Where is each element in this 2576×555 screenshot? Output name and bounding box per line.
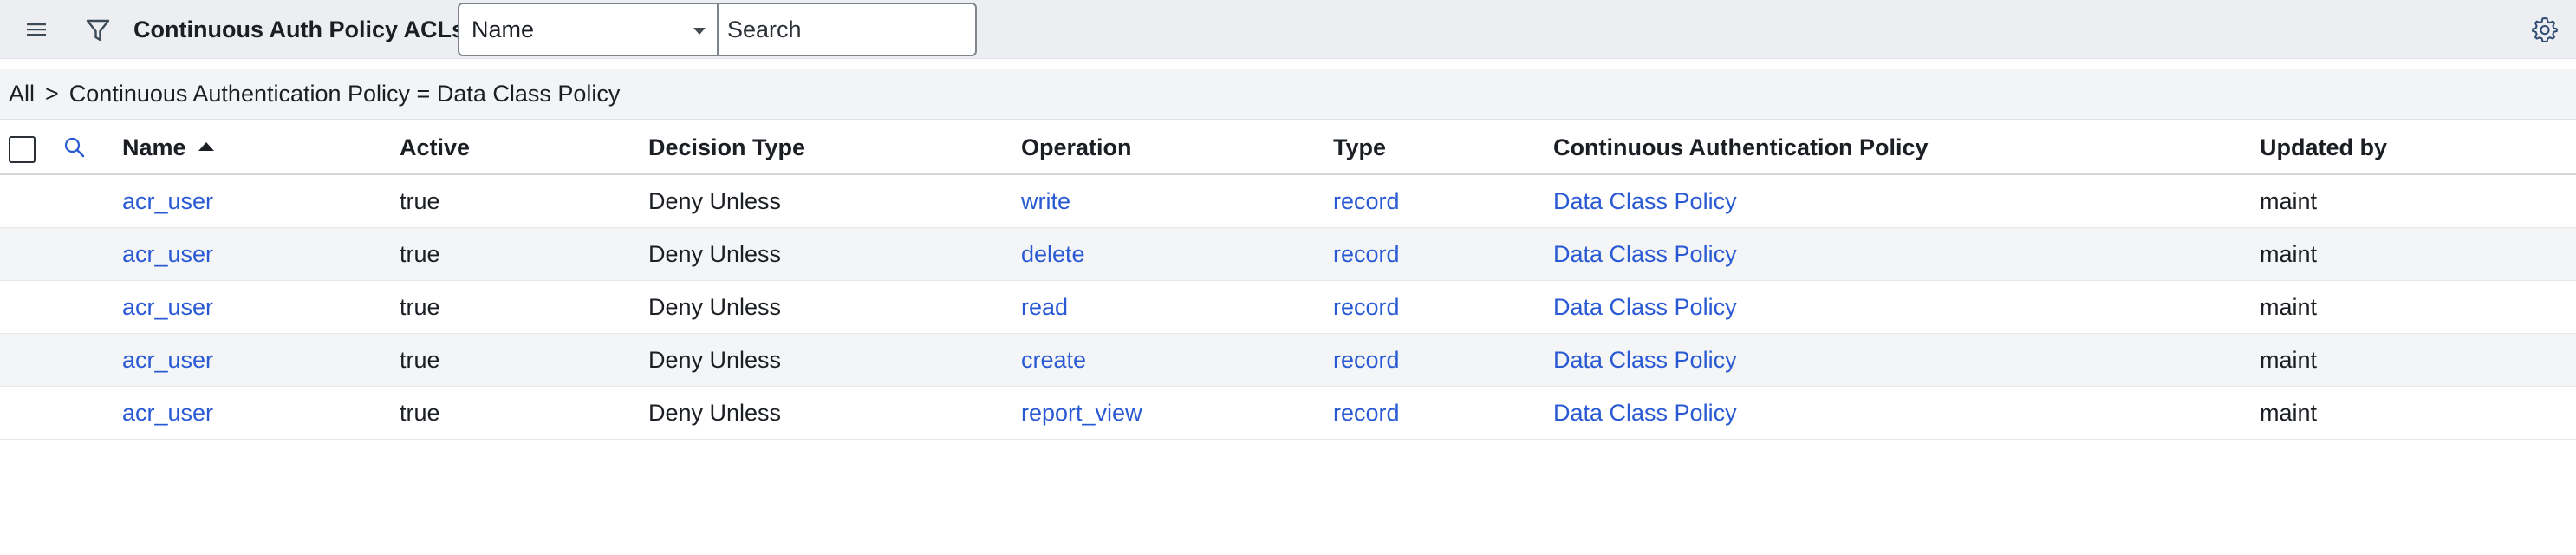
cell-type-link[interactable]: record [1333, 334, 1400, 387]
breadcrumb: All > Continuous Authentication Policy =… [0, 69, 2576, 120]
select-all-checkbox[interactable] [9, 136, 36, 163]
cell-updated-by: maint [2260, 347, 2318, 373]
list-header: Continuous Auth Policy ACLs Name [0, 0, 2576, 59]
cell-operation-link[interactable]: delete [1021, 228, 1085, 281]
cell-policy-link[interactable]: Data Class Policy [1553, 175, 1737, 228]
cell-policy-link[interactable]: Data Class Policy [1553, 281, 1737, 334]
hamburger-icon[interactable] [25, 21, 48, 38]
table-row: acr_user true Deny Unless write record D… [0, 175, 2576, 228]
cell-updated-by: maint [2260, 188, 2318, 214]
cell-decision-type: Deny Unless [648, 241, 782, 267]
column-header-type[interactable]: Type [1333, 120, 1386, 175]
search-field-select-value: Name [472, 16, 535, 42]
cell-updated-by: maint [2260, 241, 2318, 267]
column-header-active[interactable]: Active [400, 120, 470, 175]
column-header-continuous-authentication-policy[interactable]: Continuous Authentication Policy [1553, 120, 1929, 175]
column-header-name-label: Name [122, 134, 186, 160]
cell-policy-link[interactable]: Data Class Policy [1553, 228, 1737, 281]
cell-active: true [400, 188, 440, 214]
acl-list-table: Name Active Decision Type Operation Type… [0, 120, 2576, 440]
cell-name-link[interactable]: acr_user [122, 281, 213, 334]
table-row: acr_user true Deny Unless report_view re… [0, 387, 2576, 440]
breadcrumb-all[interactable]: All [9, 81, 35, 108]
search-field-select[interactable]: Name [458, 3, 718, 56]
cell-active: true [400, 400, 440, 426]
cell-active: true [400, 294, 440, 320]
search-icon[interactable] [62, 135, 87, 160]
cell-updated-by: maint [2260, 294, 2318, 320]
cell-name-link[interactable]: acr_user [122, 334, 213, 387]
funnel-filter-icon[interactable] [83, 16, 113, 45]
cell-type-link[interactable]: record [1333, 175, 1400, 228]
cell-name-link[interactable]: acr_user [122, 387, 213, 440]
cell-active: true [400, 241, 440, 267]
cell-name-link[interactable]: acr_user [122, 228, 213, 281]
table-row: acr_user true Deny Unless create record … [0, 334, 2576, 387]
cell-type-link[interactable]: record [1333, 387, 1400, 440]
column-header-operation[interactable]: Operation [1021, 120, 1132, 175]
column-header-updated-by[interactable]: Updated by [2260, 120, 2387, 175]
cell-decision-type: Deny Unless [648, 294, 782, 320]
column-header-decision-type[interactable]: Decision Type [648, 120, 805, 175]
breadcrumb-condition[interactable]: Continuous Authentication Policy = Data … [69, 81, 621, 108]
cell-type-link[interactable]: record [1333, 281, 1400, 334]
cell-updated-by: maint [2260, 400, 2318, 426]
column-header-name[interactable]: Name [122, 120, 214, 175]
gear-icon[interactable] [2531, 16, 2559, 43]
table-header-row: Name Active Decision Type Operation Type… [0, 120, 2576, 175]
cell-name-link[interactable]: acr_user [122, 175, 213, 228]
cell-type-link[interactable]: record [1333, 228, 1400, 281]
cell-decision-type: Deny Unless [648, 347, 782, 373]
cell-operation-link[interactable]: read [1021, 281, 1068, 334]
sort-ascending-icon [198, 141, 214, 151]
cell-decision-type: Deny Unless [648, 400, 782, 426]
table-row: acr_user true Deny Unless delete record … [0, 228, 2576, 281]
cell-policy-link[interactable]: Data Class Policy [1553, 334, 1737, 387]
cell-operation-link[interactable]: write [1021, 175, 1070, 228]
search-input[interactable] [717, 3, 977, 56]
cell-policy-link[interactable]: Data Class Policy [1553, 387, 1737, 440]
breadcrumb-separator: > [45, 81, 59, 107]
cell-operation-link[interactable]: create [1021, 334, 1086, 387]
chevron-down-icon [693, 28, 706, 35]
cell-decision-type: Deny Unless [648, 188, 782, 214]
cell-active: true [400, 347, 440, 373]
cell-operation-link[interactable]: report_view [1021, 387, 1142, 440]
table-row: acr_user true Deny Unless read record Da… [0, 281, 2576, 334]
page-title: Continuous Auth Policy ACLs [133, 16, 465, 42]
